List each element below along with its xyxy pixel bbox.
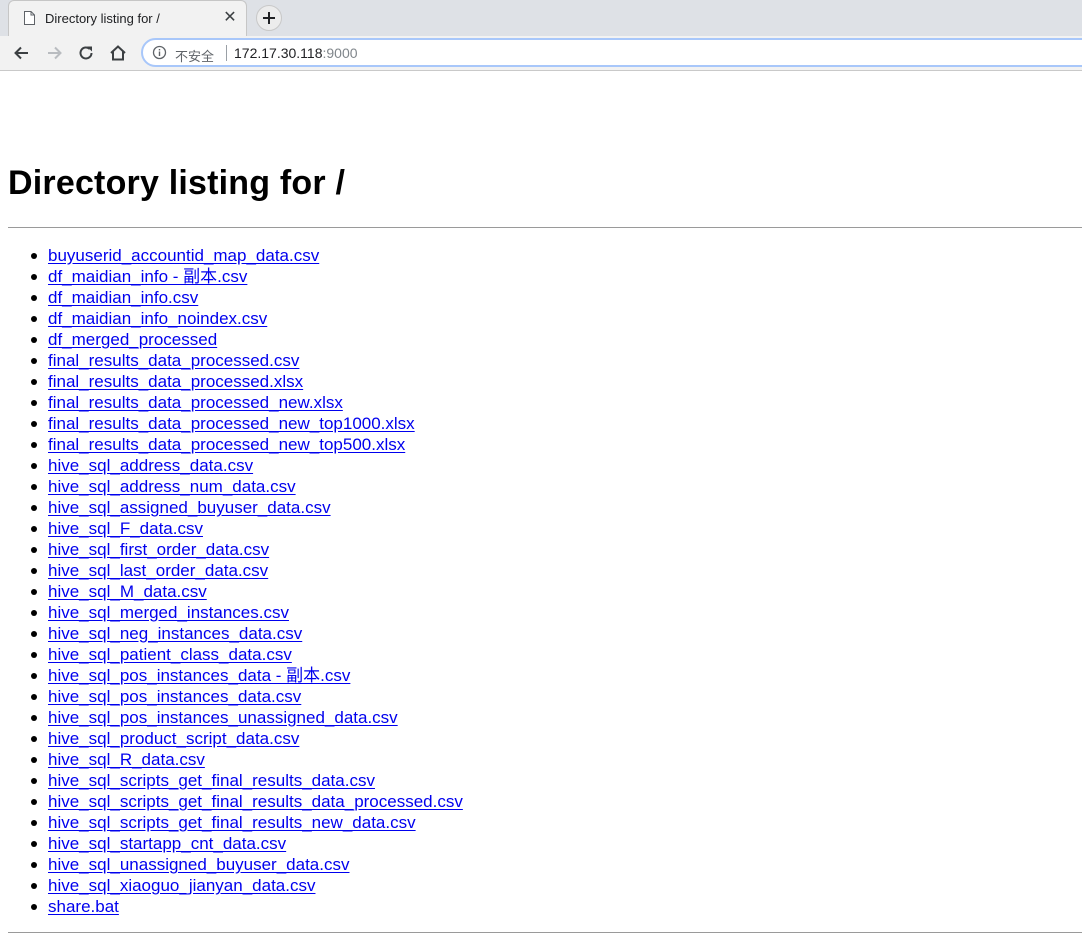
list-item: df_merged_processed: [31, 329, 463, 350]
file-link[interactable]: hive_sql_startapp_cnt_data.csv: [48, 834, 286, 853]
list-item: share.bat: [31, 896, 463, 917]
file-link[interactable]: hive_sql_scripts_get_final_results_data_…: [48, 792, 463, 811]
security-label[interactable]: 不安全: [175, 46, 214, 65]
file-link[interactable]: final_results_data_processed_new_top1000…: [48, 414, 415, 433]
list-item: hive_sql_last_order_data.csv: [31, 560, 463, 581]
list-item: hive_sql_address_data.csv: [31, 455, 463, 476]
file-link[interactable]: hive_sql_unassigned_buyuser_data.csv: [48, 855, 349, 874]
file-link[interactable]: hive_sql_R_data.csv: [48, 750, 205, 769]
file-link[interactable]: hive_sql_scripts_get_final_results_data.…: [48, 771, 375, 790]
tab-strip: Directory listing for / ✕: [0, 0, 1082, 36]
home-icon: [110, 45, 126, 61]
list-item: hive_sql_neg_instances_data.csv: [31, 623, 463, 644]
browser-toolbar: 不安全 172.17.30.118:9000: [0, 36, 1082, 71]
list-item: hive_sql_scripts_get_final_results_new_d…: [31, 812, 463, 833]
list-item: hive_sql_scripts_get_final_results_data_…: [31, 791, 463, 812]
list-item: hive_sql_R_data.csv: [31, 749, 463, 770]
file-link[interactable]: final_results_data_processed_new.xlsx: [48, 393, 343, 412]
file-link[interactable]: df_maidian_info_noindex.csv: [48, 309, 267, 328]
list-item: final_results_data_processed.xlsx: [31, 371, 463, 392]
list-item: final_results_data_processed.csv: [31, 350, 463, 371]
home-button[interactable]: [108, 43, 128, 63]
list-item: hive_sql_F_data.csv: [31, 518, 463, 539]
list-item: hive_sql_patient_class_data.csv: [31, 644, 463, 665]
file-link[interactable]: hive_sql_last_order_data.csv: [48, 561, 268, 580]
url-port: :9000: [322, 45, 358, 61]
file-link[interactable]: share.bat: [48, 897, 119, 916]
omnibox-divider: [226, 45, 227, 61]
list-item: hive_sql_unassigned_buyuser_data.csv: [31, 854, 463, 875]
list-item: hive_sql_M_data.csv: [31, 581, 463, 602]
file-link[interactable]: hive_sql_scripts_get_final_results_new_d…: [48, 813, 416, 832]
file-list: buyuserid_accountid_map_data.csv df_maidi…: [8, 245, 463, 917]
file-link[interactable]: hive_sql_pos_instances_data - 副本.csv: [48, 666, 350, 685]
page-icon: [24, 11, 35, 25]
file-link[interactable]: hive_sql_M_data.csv: [48, 582, 207, 601]
url-host: 172.17.30.118: [234, 45, 323, 61]
back-button[interactable]: [12, 43, 32, 63]
list-item: df_maidian_info_noindex.csv: [31, 308, 463, 329]
arrow-right-icon: [48, 46, 62, 60]
file-link[interactable]: hive_sql_first_order_data.csv: [48, 540, 269, 559]
list-item: hive_sql_merged_instances.csv: [31, 602, 463, 623]
list-item: final_results_data_processed_new_top500.…: [31, 434, 463, 455]
new-tab-button[interactable]: [256, 5, 282, 31]
file-link[interactable]: hive_sql_assigned_buyuser_data.csv: [48, 498, 331, 517]
file-link[interactable]: hive_sql_patient_class_data.csv: [48, 645, 292, 664]
plus-icon: [263, 12, 275, 24]
file-link[interactable]: df_maidian_info - 副本.csv: [48, 267, 247, 286]
file-link[interactable]: hive_sql_pos_instances_unassigned_data.c…: [48, 708, 398, 727]
file-link[interactable]: hive_sql_F_data.csv: [48, 519, 203, 538]
list-item: hive_sql_startapp_cnt_data.csv: [31, 833, 463, 854]
page-title: Directory listing for /: [8, 164, 346, 202]
file-link[interactable]: df_merged_processed: [48, 330, 217, 349]
file-link[interactable]: final_results_data_processed.xlsx: [48, 372, 303, 391]
reload-button[interactable]: [76, 43, 96, 63]
file-link[interactable]: df_maidian_info.csv: [48, 288, 198, 307]
list-item: hive_sql_product_script_data.csv: [31, 728, 463, 749]
address-bar[interactable]: 不安全 172.17.30.118:9000: [141, 38, 1082, 67]
list-item: buyuserid_accountid_map_data.csv: [31, 245, 463, 266]
file-link[interactable]: hive_sql_product_script_data.csv: [48, 729, 299, 748]
list-item: df_maidian_info.csv: [31, 287, 463, 308]
list-item: final_results_data_processed_new.xlsx: [31, 392, 463, 413]
url-text[interactable]: 172.17.30.118:9000: [234, 45, 358, 61]
list-item: hive_sql_pos_instances_unassigned_data.c…: [31, 707, 463, 728]
browser-tab[interactable]: Directory listing for / ✕: [8, 0, 247, 36]
list-item: hive_sql_address_num_data.csv: [31, 476, 463, 497]
list-item: hive_sql_assigned_buyuser_data.csv: [31, 497, 463, 518]
file-link[interactable]: hive_sql_pos_instances_data.csv: [48, 687, 301, 706]
list-item: hive_sql_pos_instances_data.csv: [31, 686, 463, 707]
divider-top: [8, 227, 1082, 228]
close-icon[interactable]: ✕: [222, 10, 238, 26]
file-link[interactable]: buyuserid_accountid_map_data.csv: [48, 246, 319, 265]
file-link[interactable]: hive_sql_address_num_data.csv: [48, 477, 296, 496]
file-link[interactable]: final_results_data_processed.csv: [48, 351, 299, 370]
forward-button[interactable]: [44, 43, 64, 63]
file-link[interactable]: hive_sql_address_data.csv: [48, 456, 253, 475]
list-item: df_maidian_info - 副本.csv: [31, 266, 463, 287]
file-link[interactable]: final_results_data_processed_new_top500.…: [48, 435, 405, 454]
tab-title: Directory listing for /: [45, 11, 160, 26]
info-icon[interactable]: [152, 45, 167, 60]
reload-icon: [79, 46, 93, 60]
file-link[interactable]: hive_sql_neg_instances_data.csv: [48, 624, 302, 643]
file-link[interactable]: hive_sql_merged_instances.csv: [48, 603, 289, 622]
list-item: hive_sql_first_order_data.csv: [31, 539, 463, 560]
list-item: final_results_data_processed_new_top1000…: [31, 413, 463, 434]
list-item: hive_sql_scripts_get_final_results_data.…: [31, 770, 463, 791]
list-item: hive_sql_pos_instances_data - 副本.csv: [31, 665, 463, 686]
arrow-left-icon: [14, 46, 28, 60]
